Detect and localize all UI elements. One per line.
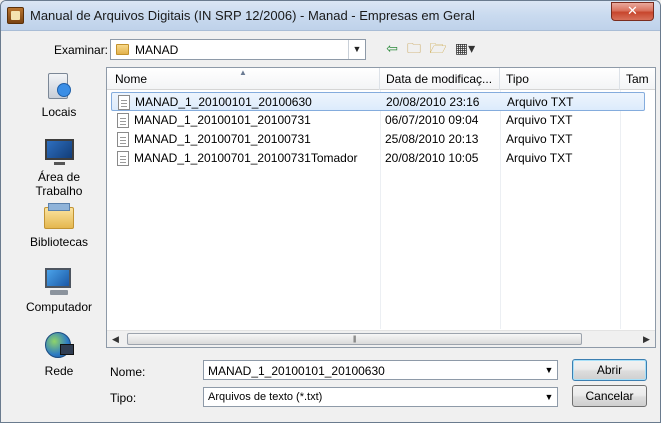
place-recent[interactable]: Locais	[20, 71, 98, 119]
text-file-icon	[117, 151, 129, 166]
scroll-left-icon[interactable]: ◀	[107, 331, 124, 347]
file-list[interactable]: ▲ Nome Data de modificaç... Tipo Tam MAN…	[106, 67, 656, 348]
open-button[interactable]: Abrir	[572, 359, 647, 381]
file-row[interactable]: MANAD_1_20100101_20100731 06/07/2010 09:…	[111, 111, 645, 130]
desktop-icon	[42, 136, 76, 168]
file-type: Arquivo TXT	[507, 95, 574, 109]
place-label: Bibliotecas	[29, 235, 89, 249]
place-network[interactable]: Rede	[20, 330, 98, 378]
text-file-icon	[117, 132, 129, 147]
file-row[interactable]: MANAD_1_20100701_20100731Tomador 20/08/2…	[111, 149, 645, 168]
file-row[interactable]: MANAD_1_20100701_20100731 25/08/2010 20:…	[111, 130, 645, 149]
open-file-dialog: Manual de Arquivos Digitais (IN SRP 12/2…	[0, 0, 661, 423]
file-type: Arquivo TXT	[506, 113, 573, 127]
file-type: Arquivo TXT	[506, 151, 573, 165]
column-name[interactable]: ▲ Nome	[107, 68, 380, 90]
text-file-icon	[117, 113, 129, 128]
file-type: Arquivo TXT	[506, 132, 573, 146]
filetype-value: Arquivos de texto (*.txt)	[208, 391, 323, 403]
column-date[interactable]: Data de modificaç...	[380, 68, 500, 90]
lookin-label: Examinar:	[54, 43, 109, 57]
title-bar[interactable]: Manual de Arquivos Digitais (IN SRP 12/2…	[1, 1, 660, 31]
place-computer[interactable]: Computador	[20, 266, 98, 314]
file-name: MANAD_1_20100101_20100731	[134, 113, 311, 127]
libraries-icon	[42, 201, 76, 233]
place-desktop[interactable]: Área de Trabalho	[20, 136, 98, 198]
file-row[interactable]: MANAD_1_20100101_20100630 20/08/2010 23:…	[111, 92, 645, 111]
lookin-combo[interactable]: MANAD ▼	[110, 39, 366, 60]
scroll-right-icon[interactable]: ▶	[638, 331, 655, 347]
new-folder-icon[interactable]: 🗁	[428, 39, 448, 57]
chevron-down-icon[interactable]: ▼	[541, 388, 557, 406]
file-date: 25/08/2010 20:13	[385, 132, 479, 146]
file-name: MANAD_1_20100701_20100731	[134, 132, 311, 146]
file-date: 20/08/2010 10:05	[385, 151, 479, 165]
text-file-icon	[118, 95, 130, 110]
grip-icon: |||	[353, 336, 357, 343]
place-label: Área de Trabalho	[35, 170, 83, 198]
filename-combo[interactable]: MANAD_1_20100101_20100630 ▼	[203, 360, 558, 380]
up-folder-icon[interactable]: 🗀	[404, 39, 424, 57]
place-label: Rede	[44, 364, 74, 378]
file-name: MANAD_1_20100101_20100630	[135, 95, 312, 109]
computer-icon	[42, 266, 76, 298]
place-label: Locais	[41, 105, 77, 119]
filename-input[interactable]: MANAD_1_20100101_20100630	[208, 364, 385, 378]
network-icon	[42, 330, 76, 362]
filetype-select[interactable]: Arquivos de texto (*.txt) ▼	[203, 387, 558, 407]
column-type[interactable]: Tipo	[500, 68, 620, 90]
lookin-value: MANAD	[135, 43, 179, 57]
window-title: Manual de Arquivos Digitais (IN SRP 12/2…	[30, 8, 475, 23]
scrollbar-thumb[interactable]: |||	[127, 333, 582, 345]
folder-icon	[116, 44, 129, 55]
file-date: 20/08/2010 23:16	[386, 95, 480, 109]
recent-places-icon	[42, 71, 76, 103]
place-label: Computador	[25, 300, 93, 314]
cancel-button[interactable]: Cancelar	[572, 385, 647, 407]
chevron-down-icon[interactable]: ▼	[348, 40, 365, 59]
place-libraries[interactable]: Bibliotecas	[20, 201, 98, 249]
app-icon	[7, 7, 24, 24]
chevron-down-icon[interactable]: ▼	[541, 361, 557, 379]
views-menu-icon[interactable]: ▦▾	[452, 39, 478, 57]
file-date: 06/07/2010 09:04	[385, 113, 479, 127]
filename-label: Nome:	[110, 365, 146, 379]
column-size[interactable]: Tam	[620, 68, 655, 90]
filetype-label: Tipo:	[110, 391, 137, 405]
sort-up-icon: ▲	[239, 68, 247, 77]
file-name: MANAD_1_20100701_20100731Tomador	[134, 151, 358, 165]
column-header: ▲ Nome Data de modificaç... Tipo Tam	[107, 68, 655, 90]
horizontal-scrollbar[interactable]: ◀ ||| ▶	[107, 330, 655, 347]
close-button[interactable]: ✕	[611, 2, 654, 21]
back-icon[interactable]: ⇦	[383, 39, 401, 57]
